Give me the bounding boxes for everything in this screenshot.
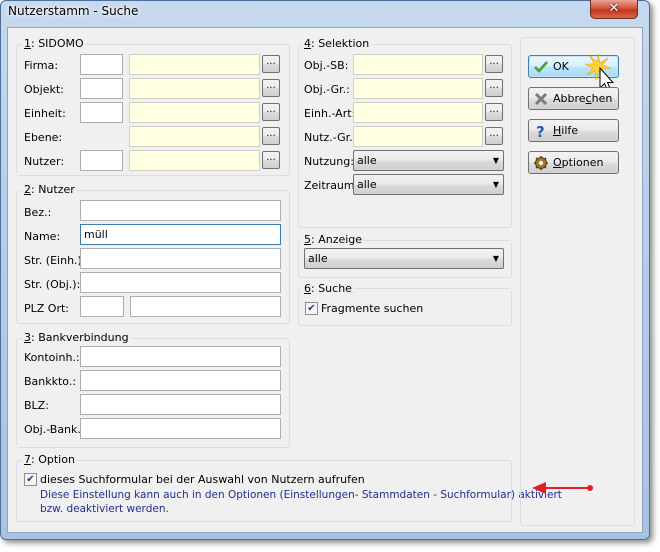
obj-gr-field	[353, 78, 483, 99]
label-obj-sb: Obj.-SB:	[304, 59, 349, 72]
ebene-name-field	[129, 126, 260, 147]
ebene-browse-button[interactable]: ...	[262, 127, 280, 145]
ort-input[interactable]	[130, 296, 281, 317]
label-nutzer: Nutzer:	[24, 155, 65, 168]
label-firma: Firma:	[24, 59, 59, 72]
nutz-gr-browse-button[interactable]: ...	[485, 127, 503, 145]
label-nutzung: Nutzung:	[304, 155, 354, 168]
label-zeitraum: Zeitraum:	[304, 179, 359, 192]
abbrechen-button[interactable]: Abbrechen	[528, 87, 619, 110]
gear-icon	[534, 156, 548, 170]
nutzer-browse-button[interactable]: ...	[262, 151, 280, 169]
group-selektion-title: 4: Selektion	[302, 37, 372, 50]
option-checkbox[interactable]: ✔	[24, 473, 37, 486]
str-einh-input[interactable]	[80, 248, 281, 269]
close-button[interactable]: ✕	[590, 0, 638, 19]
obj-sb-browse-button[interactable]: ...	[485, 55, 503, 73]
label-plz-ort: PLZ Ort:	[24, 302, 69, 315]
nutzer-code-input[interactable]	[80, 150, 123, 171]
fragmente-label: Fragmente suchen	[321, 302, 424, 315]
group-sidomo-title: 1: SIDOMO	[22, 37, 86, 50]
label-name: Name:	[24, 230, 61, 243]
bez-input[interactable]	[80, 200, 281, 221]
label-objekt: Objekt:	[24, 83, 64, 96]
label-blz: BLZ:	[24, 399, 49, 412]
firma-name-field	[129, 54, 260, 75]
firma-code-input[interactable]	[80, 54, 123, 75]
cancel-x-icon	[534, 92, 548, 106]
objbank-input[interactable]	[80, 418, 281, 439]
label-objbank: Obj.-Bank.:	[24, 423, 85, 436]
objekt-code-input[interactable]	[80, 78, 123, 99]
zeitraum-select[interactable]: alle ▼	[353, 174, 504, 195]
label-obj-gr: Obj.-Gr.:	[304, 83, 350, 96]
label-einh-art: Einh.-Art:	[304, 107, 356, 120]
label-bankkto: Bankkto.:	[24, 375, 77, 388]
chevron-down-icon: ▼	[492, 254, 499, 263]
group-suche-title: 6: Suche	[302, 282, 354, 295]
nutz-gr-field	[353, 126, 483, 147]
group-nutzer-title: 2: Nutzer	[22, 183, 77, 196]
plz-input[interactable]	[80, 296, 124, 317]
checkmark-icon	[534, 61, 548, 73]
einh-art-browse-button[interactable]: ...	[485, 103, 503, 121]
label-ebene: Ebene:	[24, 131, 63, 144]
name-input[interactable]: müll	[80, 224, 281, 245]
chevron-down-icon: ▼	[492, 156, 499, 165]
option-info-line2: bzw. deaktiviert werden.	[40, 503, 169, 515]
firma-browse-button[interactable]: ...	[262, 55, 280, 73]
einheit-browse-button[interactable]: ...	[262, 103, 280, 121]
obj-gr-browse-button[interactable]: ...	[485, 79, 503, 97]
anzeige-select[interactable]: alle ▼	[304, 248, 504, 269]
hilfe-button[interactable]: ? Hilfe	[528, 119, 619, 142]
option-checkbox-label: dieses Suchformular bei der Auswahl von …	[40, 473, 365, 486]
label-einheit: Einheit:	[24, 107, 66, 120]
str-obj-input[interactable]	[80, 272, 281, 293]
option-info-line1: Diese Einstellung kann auch in den Optio…	[40, 489, 562, 501]
fragmente-checkbox[interactable]: ✔	[305, 302, 318, 315]
window-title: Nutzerstamm - Suche	[8, 4, 139, 18]
einheit-code-input[interactable]	[80, 102, 123, 123]
label-nutz-gr: Nutz.-Gr.:	[304, 131, 357, 144]
kontoinh-input[interactable]	[80, 346, 281, 367]
svg-text:?: ?	[536, 123, 545, 139]
label-str-einh: Str. (Einh.):	[24, 254, 86, 267]
objekt-name-field	[129, 78, 260, 99]
label-str-obj: Str. (Obj.):	[24, 278, 81, 291]
nutzer-name-field	[129, 150, 260, 171]
group-option-title: 7: Option	[22, 453, 77, 466]
button-panel	[520, 37, 635, 526]
label-bez: Bez.:	[24, 206, 52, 219]
optionen-button[interactable]: Optionen	[528, 151, 619, 174]
help-icon: ?	[536, 123, 545, 139]
blz-input[interactable]	[80, 394, 281, 415]
bankkto-input[interactable]	[80, 370, 281, 391]
group-bank-title: 3: Bankverbindung	[22, 331, 131, 344]
nutzung-select[interactable]: alle ▼	[353, 150, 504, 171]
einheit-name-field	[129, 102, 260, 123]
objekt-browse-button[interactable]: ...	[262, 79, 280, 97]
einh-art-field	[353, 102, 483, 123]
group-anzeige-title: 5: Anzeige	[302, 233, 365, 246]
label-kontoinh: Kontoinh.:	[24, 351, 80, 364]
obj-sb-field	[353, 54, 483, 75]
chevron-down-icon: ▼	[492, 180, 499, 189]
